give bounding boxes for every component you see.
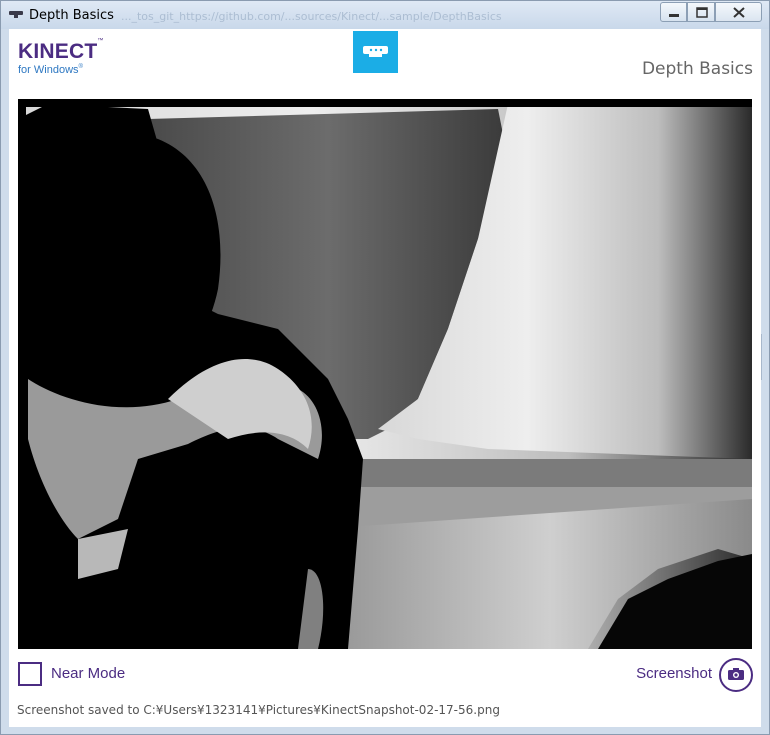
- kinect-logo-text: KINECT: [18, 40, 98, 63]
- minimize-button[interactable]: [660, 2, 687, 22]
- kinect-sensor-icon: [363, 46, 388, 57]
- kinect-sensor-icon: [9, 11, 23, 18]
- close-button[interactable]: [715, 2, 762, 22]
- depth-frame: [18, 99, 752, 649]
- client-area: KINECT™ for Windows® Depth Basics Near M…: [9, 29, 761, 727]
- app-title: Depth Basics: [641, 59, 753, 79]
- maximize-button[interactable]: [687, 2, 715, 22]
- title-bar[interactable]: Depth Basics ..._tos_git_https://github.…: [1, 1, 769, 29]
- screenshot-button[interactable]: [719, 658, 753, 692]
- status-bar-message: Screenshot saved to C:¥Users¥1323141¥Pic…: [17, 703, 500, 717]
- kinect-logo-tm: ™: [97, 38, 104, 44]
- kinect-logo-subtitle-tm: ®: [78, 64, 83, 70]
- camera-icon: [728, 668, 744, 680]
- screenshot-label[interactable]: Screenshot: [636, 665, 712, 682]
- kinect-logo: KINECT™: [18, 38, 104, 64]
- background-window-text: ..._tos_git_https://github.com/...source…: [121, 10, 502, 23]
- window-resize-edge[interactable]: [761, 334, 766, 380]
- window-title: Depth Basics: [29, 8, 114, 23]
- close-icon: [733, 7, 745, 18]
- kinect-logo-subtitle: for Windows®: [18, 64, 83, 76]
- maximize-icon: [696, 7, 708, 18]
- depth-image: [18, 99, 752, 649]
- kinect-logo-subtitle-text: for Windows: [18, 64, 79, 76]
- app-window: Depth Basics ..._tos_git_https://github.…: [0, 0, 770, 735]
- near-mode-checkbox[interactable]: [18, 662, 42, 686]
- near-mode-label[interactable]: Near Mode: [51, 665, 125, 682]
- minimize-icon: [669, 14, 679, 17]
- kinect-sensor-tile: [353, 31, 398, 73]
